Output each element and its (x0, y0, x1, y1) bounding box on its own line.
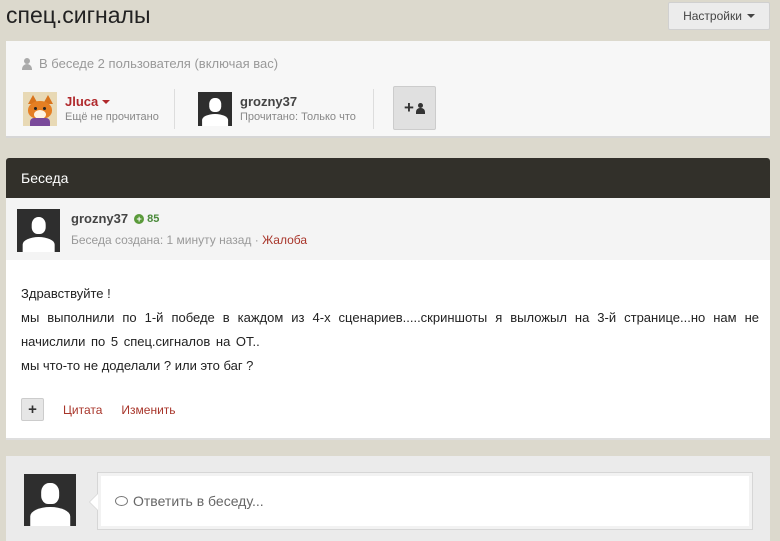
author-name-link[interactable]: grozny37 (71, 211, 128, 226)
reputation-plus-icon: + (134, 213, 145, 224)
divider (174, 89, 175, 129)
meta-separator: · (251, 233, 263, 247)
message-line: Здравствуйте ! (21, 286, 111, 301)
message-line: мы выполнили по 1-й победе в каждом из 4… (21, 310, 759, 349)
participant-name[interactable]: grozny37 (240, 94, 356, 110)
reputation-badge: + 85 (134, 213, 159, 225)
participant-grozny37[interactable]: grozny37 Прочитано: Только что (198, 89, 356, 129)
message-created: Беседа создана: 1 минуту назад (71, 233, 252, 247)
add-user-icon (415, 102, 425, 114)
avatar[interactable] (17, 209, 60, 252)
add-user-button[interactable]: + (393, 86, 436, 130)
reply-placeholder: Ответить в беседу... (133, 493, 264, 509)
user-icon (22, 57, 32, 70)
quote-link[interactable]: Цитата (63, 403, 102, 417)
avatar (24, 474, 76, 526)
participant-jluca[interactable]: Jluca Ещё не прочитано (23, 89, 159, 129)
participant-status: Прочитано: Только что (240, 110, 356, 123)
message-header: grozny37 + 85 Беседа создана: 1 минуту н… (6, 198, 770, 260)
reply-area: Ответить в беседу... (6, 456, 770, 541)
participants-panel: В беседе 2 пользователя (включая вас) Jl… (6, 41, 770, 138)
message-text: Здравствуйте ! мы выполнили по 1-й побед… (21, 282, 759, 378)
settings-button[interactable]: Настройки (668, 2, 770, 30)
caret-down-icon[interactable] (102, 100, 111, 105)
plus-button[interactable]: + (21, 398, 44, 421)
plus-label: + (28, 401, 37, 418)
participant-name-link[interactable]: Jluca (65, 94, 98, 109)
message-author: grozny37 + 85 (71, 211, 159, 226)
settings-label: Настройки (683, 9, 742, 23)
participants-info: В беседе 2 пользователя (включая вас) (22, 56, 278, 71)
chevron-down-icon (746, 14, 755, 18)
message-actions: + Цитата Изменить (21, 398, 176, 421)
page-title: спец.сигналы (6, 2, 151, 28)
participant-name[interactable]: Jluca (65, 94, 159, 110)
reputation-value: 85 (147, 212, 160, 225)
message-body: Здравствуйте ! мы выполнили по 1-й побед… (6, 260, 770, 440)
report-link[interactable]: Жалоба (262, 233, 307, 247)
avatar[interactable] (23, 92, 57, 126)
message-meta: Беседа создана: 1 минуту назад · Жалоба (71, 233, 307, 247)
reply-input[interactable]: Ответить в беседу... (89, 472, 753, 530)
avatar[interactable] (198, 92, 232, 126)
message-line: мы что-то не доделали ? или это баг ? (21, 358, 254, 373)
conversation-header: Беседа (6, 158, 770, 198)
conversation-header-title: Беседа (21, 170, 69, 186)
add-user-label: + (404, 98, 414, 117)
comment-icon (115, 496, 128, 506)
participants-count-text: В беседе 2 пользователя (включая вас) (39, 56, 279, 71)
participant-status: Ещё не прочитано (65, 110, 159, 123)
divider (373, 89, 374, 129)
edit-link[interactable]: Изменить (121, 403, 175, 417)
